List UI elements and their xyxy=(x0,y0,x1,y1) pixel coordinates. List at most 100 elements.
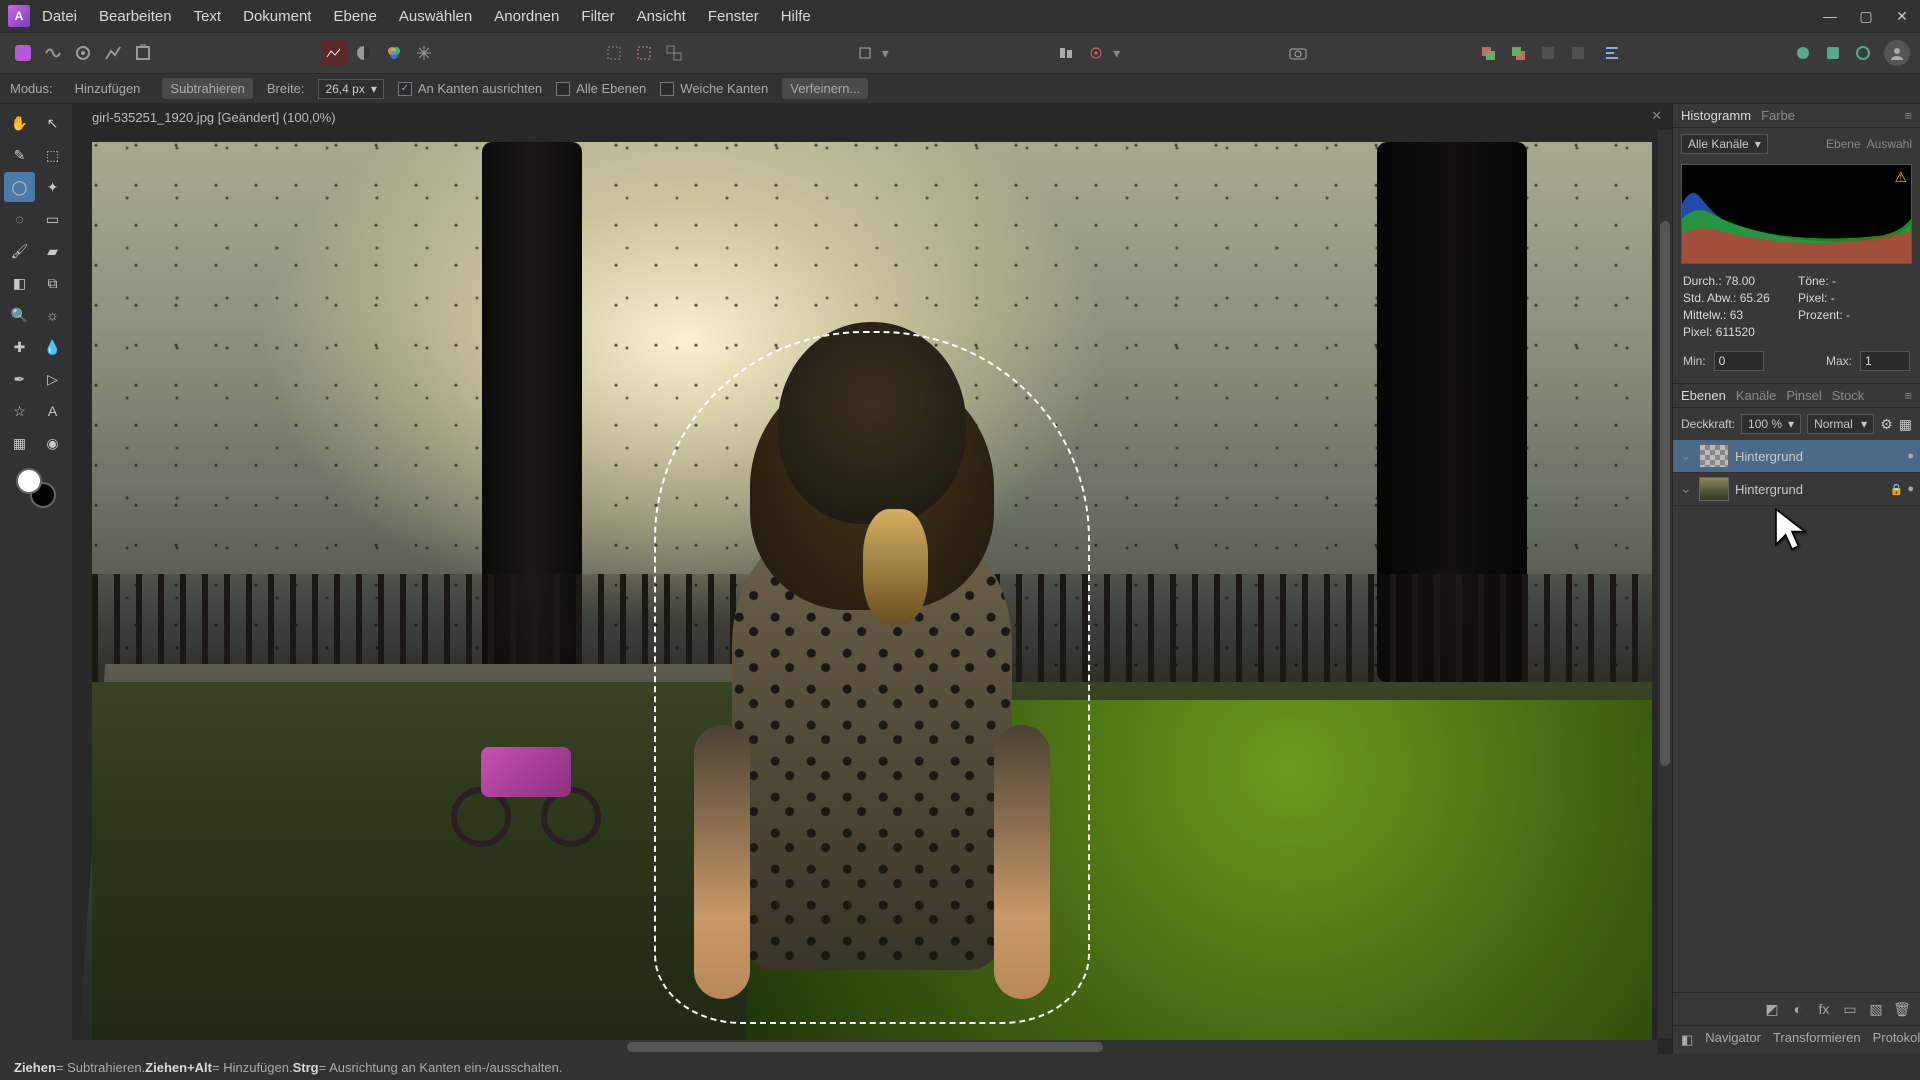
front-color-swatch[interactable] xyxy=(16,468,42,494)
layer-row[interactable]: ⌄ Hintergrund ● xyxy=(1673,440,1920,473)
menu-dokument[interactable]: Dokument xyxy=(243,8,311,25)
tab-color[interactable]: Farbe xyxy=(1761,108,1795,123)
brush-tool-icon[interactable]: 🖌 xyxy=(4,236,35,266)
arrange-back-icon[interactable] xyxy=(1475,40,1501,66)
max-input[interactable] xyxy=(1860,351,1910,371)
autowb-icon[interactable] xyxy=(411,40,437,66)
layer-row[interactable]: ⌄ Hintergrund 🔒 ● xyxy=(1673,473,1920,506)
fx-icon[interactable]: fx xyxy=(1814,999,1834,1019)
group-icon[interactable]: ▭ xyxy=(1840,999,1860,1019)
assistant-icon[interactable] xyxy=(1790,40,1816,66)
blur-tool-icon[interactable]: 💧 xyxy=(37,332,68,362)
cloud-icon[interactable] xyxy=(1850,40,1876,66)
autocolor-icon[interactable] xyxy=(381,40,407,66)
soft-edges-checkbox[interactable]: Weiche Kanten xyxy=(660,81,768,96)
width-input[interactable]: 26,4 px▾ xyxy=(318,79,383,99)
grid-tool-icon[interactable]: ▦ xyxy=(4,428,35,458)
lock-icon[interactable]: ▦ xyxy=(1899,416,1912,433)
visibility-icon[interactable]: ⌄ xyxy=(1679,481,1693,497)
mesh-tool-icon[interactable]: ◉ xyxy=(37,428,68,458)
menu-filter[interactable]: Filter xyxy=(581,8,614,25)
marquee-tool-icon[interactable]: ▭ xyxy=(37,204,68,234)
menu-bearbeiten[interactable]: Bearbeiten xyxy=(99,8,172,25)
delete-layer-icon[interactable]: 🗑 xyxy=(1892,999,1912,1019)
fill-tool-icon[interactable]: ▰ xyxy=(37,236,68,266)
arrange-front-icon[interactable] xyxy=(1505,40,1531,66)
tab-stock[interactable]: Stock xyxy=(1832,388,1865,403)
menu-fenster[interactable]: Fenster xyxy=(708,8,759,25)
dodge-tool-icon[interactable]: ☼ xyxy=(37,300,68,330)
vertical-scrollbar[interactable] xyxy=(1658,130,1672,1038)
text-tool-icon[interactable]: A xyxy=(37,396,68,426)
maximize-icon[interactable]: ▢ xyxy=(1856,6,1876,26)
tab-layers[interactable]: Ebenen xyxy=(1681,388,1726,403)
tab-navigator[interactable]: Navigator xyxy=(1705,1030,1761,1050)
snap-dropdown-icon[interactable] xyxy=(1083,40,1109,66)
crop-dropdown-icon[interactable] xyxy=(852,40,878,66)
menu-hilfe[interactable]: Hilfe xyxy=(781,8,811,25)
mode-subtract[interactable]: Subtrahieren xyxy=(162,78,252,99)
adjustment-icon[interactable]: ◐ xyxy=(1788,999,1808,1019)
opacity-dropdown[interactable]: 100 %▾ xyxy=(1741,414,1801,434)
autolevels-icon[interactable] xyxy=(321,40,347,66)
crop-tool-icon[interactable]: ⬚ xyxy=(37,140,68,170)
tab-channels[interactable]: Kanäle xyxy=(1736,388,1776,403)
pen-tool-icon[interactable]: ✒ xyxy=(4,364,35,394)
canvas-viewport[interactable] xyxy=(72,130,1672,1054)
mask-icon[interactable]: ◩ xyxy=(1762,999,1782,1019)
menu-anordnen[interactable]: Anordnen xyxy=(494,8,559,25)
persona-photo-icon[interactable] xyxy=(10,40,36,66)
tab-history[interactable]: Protokoll xyxy=(1873,1030,1920,1050)
clone-tool-icon[interactable]: ⧉ xyxy=(37,268,68,298)
persona-develop-icon[interactable] xyxy=(70,40,96,66)
persona-liquify-icon[interactable] xyxy=(40,40,66,66)
color-swatch[interactable] xyxy=(16,468,56,508)
minimize-icon[interactable]: — xyxy=(1820,6,1840,26)
channels-dropdown[interactable]: Alle Kanäle▾ xyxy=(1681,134,1768,154)
gear-icon[interactable]: ⚙ xyxy=(1880,416,1893,433)
refine-button[interactable]: Verfeinern... xyxy=(782,78,868,99)
menu-text[interactable]: Text xyxy=(194,8,222,25)
horizontal-scrollbar[interactable] xyxy=(72,1040,1658,1054)
alignment-icon[interactable] xyxy=(1599,40,1625,66)
flood-select-tool-icon[interactable]: ✦ xyxy=(37,172,68,202)
blendmode-dropdown[interactable]: Normal▾ xyxy=(1807,414,1874,434)
snap-edges-checkbox[interactable]: An Kanten ausrichten xyxy=(398,81,542,96)
tab-transform[interactable]: Transformieren xyxy=(1773,1030,1861,1050)
visibility-icon[interactable]: ⌄ xyxy=(1679,448,1693,464)
histo-auswahl-button[interactable]: Auswahl xyxy=(1867,137,1912,151)
selection-quick-icon[interactable] xyxy=(631,40,657,66)
menu-ansicht[interactable]: Ansicht xyxy=(637,8,686,25)
histo-ebene-button[interactable]: Ebene xyxy=(1826,137,1861,151)
tab-histogram[interactable]: Histogramm xyxy=(1681,108,1751,123)
heal-tool-icon[interactable]: ✚ xyxy=(4,332,35,362)
menu-ebene[interactable]: Ebene xyxy=(333,8,376,25)
hand-tool-icon[interactable]: ✋ xyxy=(4,108,35,138)
lasso-tool-icon[interactable]: ◌ xyxy=(4,204,35,234)
all-layers-checkbox[interactable]: Alle Ebenen xyxy=(556,81,646,96)
persona-export-icon[interactable] xyxy=(130,40,156,66)
persona-tone-icon[interactable] xyxy=(100,40,126,66)
close-icon[interactable]: ✕ xyxy=(1892,6,1912,26)
chevron-down-icon[interactable]: ▾ xyxy=(882,45,889,62)
add-layer-icon[interactable]: ▧ xyxy=(1866,999,1886,1019)
account-avatar-icon[interactable] xyxy=(1884,40,1910,66)
chevron-down-icon[interactable]: ▾ xyxy=(1113,45,1120,62)
selection-toggle-icon[interactable] xyxy=(661,40,687,66)
zoom-tool-icon[interactable]: 🔍 xyxy=(4,300,35,330)
document-tab[interactable]: girl-535251_1920.jpg [Geändert] (100,0%) xyxy=(82,107,346,128)
sync-icon[interactable] xyxy=(1820,40,1846,66)
menu-auswaehlen[interactable]: Auswählen xyxy=(399,8,472,25)
selection-show-icon[interactable] xyxy=(601,40,627,66)
eraser-tool-icon[interactable]: ◧ xyxy=(4,268,35,298)
color-picker-tool-icon[interactable]: ✎ xyxy=(4,140,35,170)
node-tool-icon[interactable]: ▷ xyxy=(37,364,68,394)
panel-menu-icon[interactable]: ≡ xyxy=(1904,108,1912,123)
panel-toggle-icon[interactable]: ◧ xyxy=(1681,1030,1693,1050)
align-icon[interactable] xyxy=(1053,40,1079,66)
move-tool-icon[interactable]: ↖ xyxy=(37,108,68,138)
shape-tool-icon[interactable]: ☆ xyxy=(4,396,35,426)
menu-datei[interactable]: Datei xyxy=(42,8,77,25)
tab-brushes[interactable]: Pinsel xyxy=(1786,388,1821,403)
camera-icon[interactable] xyxy=(1285,40,1311,66)
